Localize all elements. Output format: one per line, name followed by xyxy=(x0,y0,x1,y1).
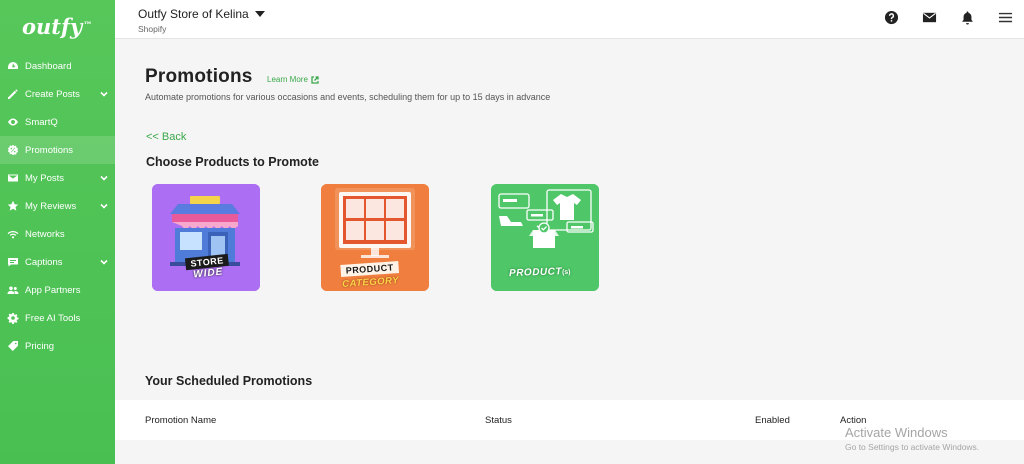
sidebar-item-label: My Posts xyxy=(25,172,65,184)
sidebar-item-label: Networks xyxy=(25,228,65,240)
sidebar-item-smartq[interactable]: SmartQ xyxy=(0,108,115,136)
sidebar-item-my-reviews[interactable]: My Reviews xyxy=(0,192,115,220)
product-category-option[interactable]: PRODUCT CATEGORY xyxy=(321,184,429,291)
activate-windows-watermark: Activate Windows Go to Settings to activ… xyxy=(845,425,979,452)
sidebar-item-captions[interactable]: Captions xyxy=(0,248,115,276)
products-option[interactable]: PRODUCT(s) xyxy=(491,184,599,291)
wifi-icon xyxy=(6,228,19,241)
scheduled-promotions-title: Your Scheduled Promotions xyxy=(145,374,313,388)
menu-icon xyxy=(998,10,1013,30)
smartq-icon xyxy=(6,116,19,129)
store-name: Outfy Store of Kelina xyxy=(138,7,249,21)
menu-button[interactable] xyxy=(986,0,1024,39)
learn-more-link[interactable]: Learn More xyxy=(267,75,319,84)
dashboard-icon xyxy=(6,60,19,73)
chevron-down-icon xyxy=(99,201,109,211)
caption-icon xyxy=(6,256,19,269)
bell-icon xyxy=(960,10,975,30)
store-selector[interactable]: Outfy Store of Kelina xyxy=(138,7,265,21)
sidebar-item-pricing[interactable]: Pricing xyxy=(0,332,115,360)
outfy-logo[interactable]: outfy ™ xyxy=(0,0,115,52)
column-header-status[interactable]: Status xyxy=(485,415,512,426)
sidebar-item-promotions[interactable]: Promotions xyxy=(0,136,115,164)
sidebar: outfy ™ Dashboard Create Posts SmartQ Pro… xyxy=(0,0,115,464)
users-icon xyxy=(6,284,19,297)
back-link[interactable]: << Back xyxy=(146,131,186,143)
sidebar-item-label: Create Posts xyxy=(25,88,80,100)
sidebar-nav: Dashboard Create Posts SmartQ Promotions… xyxy=(0,52,115,360)
pencil-icon xyxy=(6,88,19,101)
sidebar-item-free-ai-tools[interactable]: Free AI Tools xyxy=(0,304,115,332)
page-title: Promotions xyxy=(145,66,253,87)
products-label: PRODUCT(s) xyxy=(508,266,571,280)
caret-down-icon xyxy=(254,11,265,17)
sidebar-item-label: Promotions xyxy=(25,144,74,156)
store-wide-label: STORE WIDE xyxy=(184,253,231,281)
sidebar-item-label: SmartQ xyxy=(25,116,58,128)
mail-button[interactable] xyxy=(910,0,948,39)
help-button[interactable] xyxy=(872,0,910,39)
chevron-down-icon xyxy=(99,89,109,99)
watermark-title: Activate Windows xyxy=(845,425,948,440)
column-header-enabled[interactable]: Enabled xyxy=(755,415,790,426)
mail-icon xyxy=(922,10,937,30)
store-wide-option[interactable]: STORE WIDE xyxy=(152,184,260,291)
store-platform: Shopify xyxy=(138,24,167,34)
top-icon-group xyxy=(872,0,1024,39)
tag-icon xyxy=(6,340,19,353)
percent-icon xyxy=(6,144,19,157)
main-content: Promotions Learn More Automate promotion… xyxy=(115,40,1024,464)
sidebar-item-label: Captions xyxy=(25,256,63,268)
top-bar: Outfy Store of Kelina Shopify xyxy=(115,0,1024,39)
column-header-promotion-name[interactable]: Promotion Name xyxy=(145,415,216,426)
star-icon xyxy=(6,200,19,213)
external-link-icon xyxy=(311,75,319,84)
chevron-down-icon xyxy=(99,173,109,183)
watermark-subtitle: Go to Settings to activate Windows. xyxy=(845,442,980,452)
sidebar-item-my-posts[interactable]: My Posts xyxy=(0,164,115,192)
page-description: Automate promotions for various occasion… xyxy=(145,92,551,102)
envelope-icon xyxy=(6,172,19,185)
chevron-down-icon xyxy=(99,257,109,267)
choose-products-title: Choose Products to Promote xyxy=(146,155,319,169)
sidebar-item-create-posts[interactable]: Create Posts xyxy=(0,80,115,108)
help-icon xyxy=(884,10,899,30)
sidebar-item-label: Pricing xyxy=(25,340,55,352)
product-category-label: PRODUCT CATEGORY xyxy=(340,261,400,290)
sidebar-item-label: App Partners xyxy=(25,284,81,296)
sidebar-item-app-partners[interactable]: App Partners xyxy=(0,276,115,304)
sidebar-item-label: Dashboard xyxy=(25,60,72,72)
gear-icon xyxy=(6,312,19,325)
sidebar-item-label: Free AI Tools xyxy=(25,312,81,324)
sidebar-item-networks[interactable]: Networks xyxy=(0,220,115,248)
sidebar-item-label: My Reviews xyxy=(25,200,77,212)
notifications-button[interactable] xyxy=(948,0,986,39)
sidebar-item-dashboard[interactable]: Dashboard xyxy=(0,52,115,80)
